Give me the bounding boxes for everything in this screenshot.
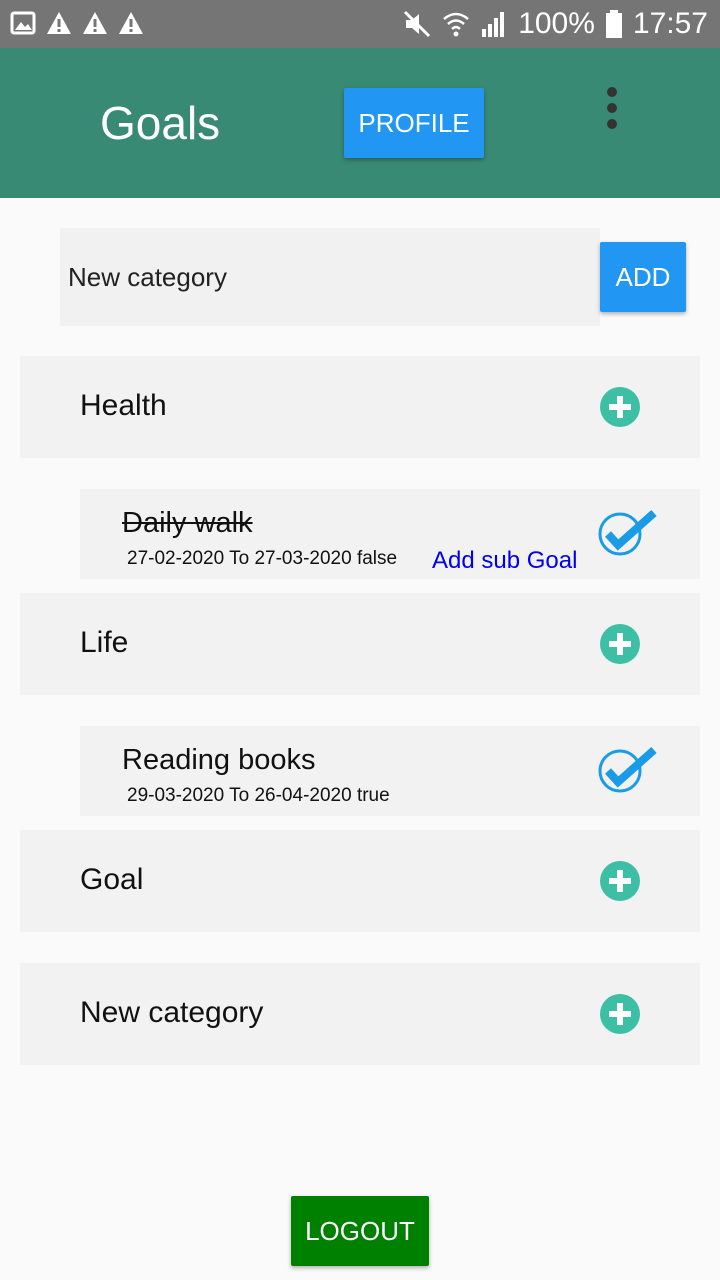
profile-button[interactable]: PROFILE: [344, 88, 484, 158]
new-category-input[interactable]: [60, 228, 600, 326]
check-circle-icon[interactable]: [598, 507, 658, 557]
app-bar: Goals PROFILE: [0, 48, 720, 198]
add-goal-plus-icon[interactable]: [600, 387, 640, 427]
add-goal-plus-icon[interactable]: [600, 994, 640, 1034]
warning-icon: [47, 12, 71, 34]
category-label: New category: [80, 996, 264, 1029]
goal-title: Daily walk: [122, 507, 253, 539]
category-card-new-category: New category: [20, 963, 700, 1065]
clock: 17:57: [632, 7, 708, 40]
battery-icon: [605, 10, 622, 38]
status-bar: 100% 17:57: [0, 0, 720, 48]
goal-title: Reading books: [122, 744, 316, 776]
category-card-life: Life: [20, 593, 700, 695]
warning-icon: [119, 12, 143, 34]
system-icons: 100% 17:57: [402, 4, 708, 44]
logout-button[interactable]: LOGOUT: [291, 1196, 429, 1266]
add-category-button[interactable]: ADD: [600, 242, 686, 312]
page-title: Goals: [100, 97, 221, 149]
image-icon: [10, 11, 36, 35]
battery-percent: 100%: [518, 7, 595, 40]
add-goal-plus-icon[interactable]: [600, 624, 640, 664]
category-label: Life: [80, 626, 129, 659]
category-card-goal: Goal: [20, 830, 700, 932]
goal-dates: 27-02-2020 To 27-03-2020 false: [127, 548, 398, 569]
add-goal-plus-icon[interactable]: [600, 861, 640, 901]
wifi-icon: [443, 12, 469, 37]
goal-item-daily-walk[interactable]: Daily walk 27-02-2020 To 27-03-2020 fals…: [80, 489, 700, 579]
goal-dates: 29-03-2020 To 26-04-2020 true: [127, 785, 390, 806]
category-label: Health: [80, 389, 167, 422]
check-circle-icon[interactable]: [598, 744, 658, 794]
notification-icons: [10, 10, 144, 36]
warning-icon: [83, 12, 107, 34]
add-sub-goal-link[interactable]: Add sub Goal: [432, 547, 577, 575]
category-label: Goal: [80, 863, 144, 896]
mute-icon: [404, 10, 431, 38]
signal-icon: [482, 12, 505, 37]
more-vert-icon[interactable]: [596, 86, 628, 130]
category-card-health: Health: [20, 356, 700, 458]
goal-item-reading-books[interactable]: Reading books 29-03-2020 To 26-04-2020 t…: [80, 726, 700, 816]
